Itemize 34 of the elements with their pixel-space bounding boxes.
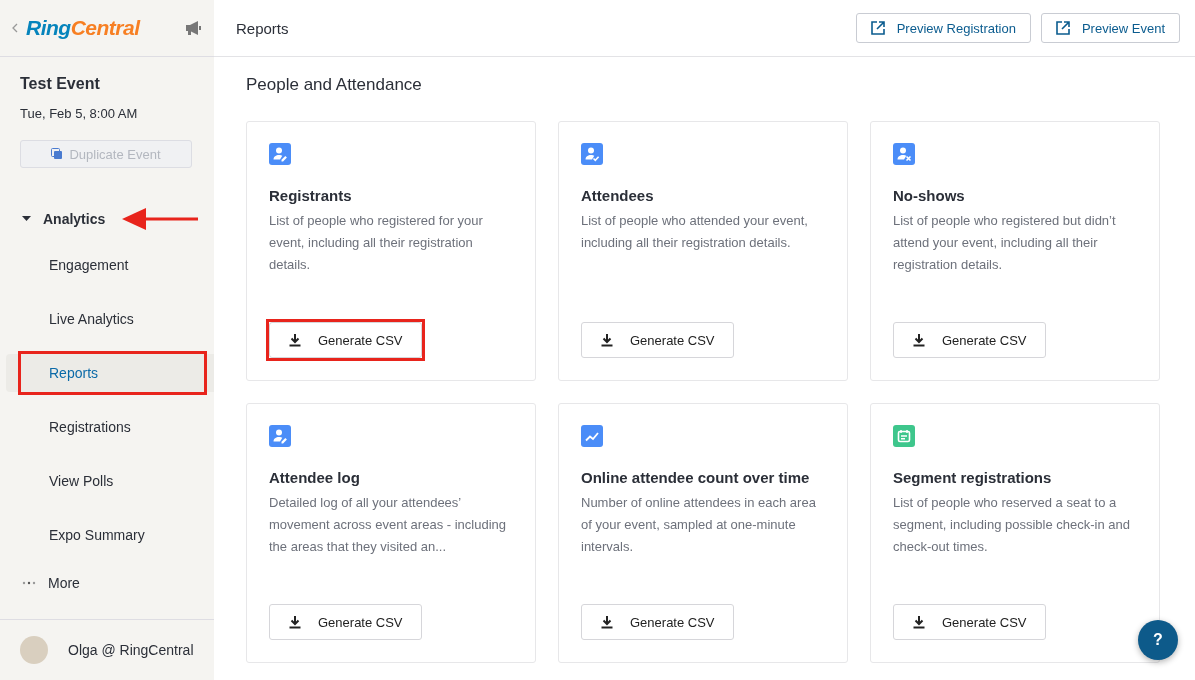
- card-title: Registrants: [269, 187, 352, 204]
- card-description: List of people who attended your event, including all their registration details.: [581, 212, 809, 252]
- card-description: List of people who reserved a seat to a segment, including possible check-in and check-out times.: [893, 494, 1132, 556]
- card-title: No-shows: [893, 187, 965, 204]
- card-title: Online attendee count over time: [581, 469, 810, 486]
- event-title: Test Event: [20, 75, 101, 93]
- section-title: People and Attendance: [246, 75, 423, 95]
- card-description: List of people who registered but didn’t attend your event, including all their registration details.: [893, 212, 1117, 274]
- nav-item[interactable]: Engagement: [6, 246, 214, 284]
- nav-item[interactable]: Reports: [6, 354, 214, 392]
- preview-button[interactable]: Preview Event: [1040, 13, 1180, 43]
- card-description: Number of online attendees in each area of your event, sampled at one-minute intervals.: [581, 494, 817, 556]
- user-name: Olga @ RingCentral: [68, 642, 194, 658]
- nav-section-label[interactable]: Analytics: [43, 211, 106, 227]
- generate-csv-button[interactable]: Generate CSV: [269, 322, 422, 358]
- event-date: Tue, Feb 5, 8:00 AM: [20, 106, 139, 121]
- generate-csv-button[interactable]: Generate CSV: [269, 604, 422, 640]
- nav-item[interactable]: Expo Summary: [6, 516, 214, 554]
- nav-item[interactable]: Live Analytics: [6, 300, 214, 338]
- card-description: List of people who registered for your event, including all their registration details.: [269, 212, 484, 274]
- generate-csv-button[interactable]: Generate CSV: [893, 604, 1046, 640]
- generate-csv-button[interactable]: Generate CSV: [581, 322, 734, 358]
- generate-csv-button[interactable]: Generate CSV: [581, 604, 734, 640]
- nav-item[interactable]: Registrations: [6, 408, 214, 446]
- card-description: Detailed log of all your attendees’ movement across event areas - including the areas that they visited an...: [269, 494, 507, 556]
- card-title: Attendees: [581, 187, 654, 204]
- card-title: Attendee log: [269, 469, 360, 486]
- generate-csv-button[interactable]: Generate CSV: [893, 322, 1046, 358]
- brand-logo: RingCentral: [26, 16, 140, 40]
- preview-button[interactable]: Preview Registration: [855, 13, 1031, 43]
- more-link[interactable]: More: [48, 575, 80, 591]
- card-title: Segment registrations: [893, 469, 1052, 486]
- page-title: Reports: [236, 19, 290, 37]
- nav-item[interactable]: View Polls: [6, 462, 214, 500]
